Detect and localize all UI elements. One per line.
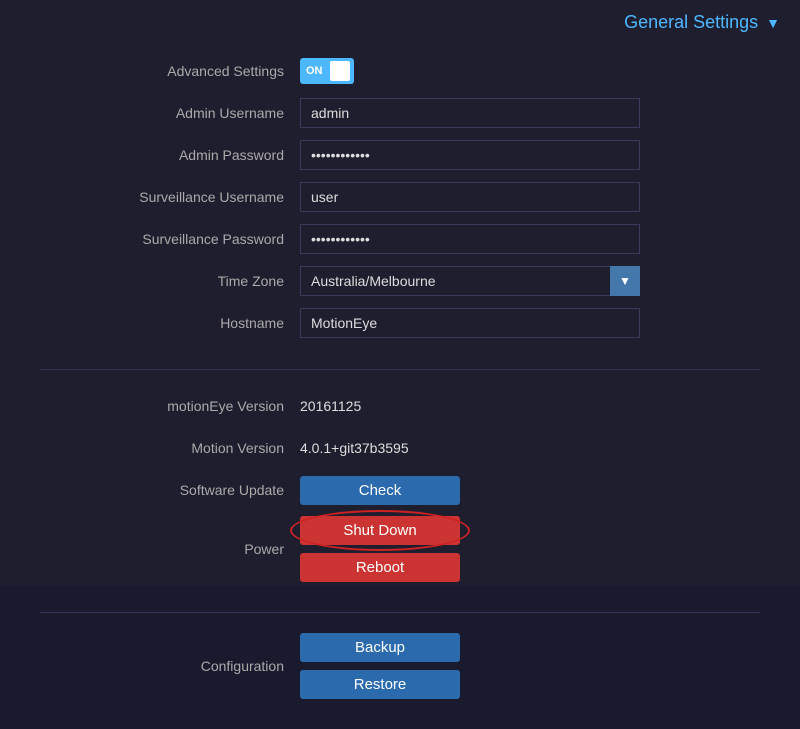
shutdown-button[interactable]: Shut Down [300, 516, 460, 545]
motioneye-version-label: motionEye Version [40, 398, 300, 414]
admin-username-label: Admin Username [40, 105, 300, 121]
surveillance-username-row: Surveillance Username [40, 181, 760, 213]
surveillance-username-input[interactable] [300, 182, 640, 212]
surveillance-password-input[interactable] [300, 224, 640, 254]
motion-version-value: 4.0.1+git37b3595 [300, 440, 409, 456]
check-button[interactable]: Check [300, 476, 460, 505]
hostname-input[interactable] [300, 308, 640, 338]
software-update-label: Software Update [40, 482, 300, 498]
general-settings-title: General Settings [624, 12, 758, 33]
admin-password-row: Admin Password [40, 139, 760, 171]
page-title: General Settings ▼ [624, 12, 780, 33]
config-section: Configuration Backup Restore [40, 633, 760, 699]
advanced-settings-label: Advanced Settings [40, 63, 300, 79]
advanced-settings-row: Advanced Settings ON [40, 55, 760, 87]
motion-version-row: Motion Version 4.0.1+git37b3595 [40, 432, 760, 464]
backup-button[interactable]: Backup [300, 633, 460, 662]
power-label: Power [40, 541, 300, 557]
motioneye-version-row: motionEye Version 20161125 [40, 390, 760, 422]
toggle-knob [330, 61, 350, 81]
toggle-on-label: ON [306, 65, 323, 77]
power-row: Power Shut Down Reboot [40, 516, 760, 582]
admin-password-input[interactable] [300, 140, 640, 170]
hostname-row: Hostname [40, 307, 760, 339]
timezone-select[interactable]: Australia/Melbourne UTC America/New_York… [300, 266, 640, 296]
info-section: motionEye Version 20161125 Motion Versio… [40, 390, 760, 613]
power-buttons: Shut Down Reboot [300, 516, 460, 582]
admin-username-input[interactable] [300, 98, 640, 128]
surveillance-password-label: Surveillance Password [40, 231, 300, 247]
hostname-label: Hostname [40, 315, 300, 331]
shutdown-button-wrapper: Shut Down [300, 516, 460, 545]
timezone-select-wrapper: Australia/Melbourne UTC America/New_York… [300, 266, 640, 296]
advanced-settings-toggle[interactable]: ON [300, 58, 354, 84]
surveillance-password-row: Surveillance Password [40, 223, 760, 255]
configuration-row: Configuration Backup Restore [40, 633, 760, 699]
admin-password-label: Admin Password [40, 147, 300, 163]
reboot-button[interactable]: Reboot [300, 553, 460, 582]
timezone-row: Time Zone Australia/Melbourne UTC Americ… [40, 265, 760, 297]
timezone-label: Time Zone [40, 273, 300, 289]
form-section: Advanced Settings ON Admin Username Admi… [40, 55, 760, 370]
chevron-down-icon[interactable]: ▼ [766, 15, 780, 31]
motion-version-label: Motion Version [40, 440, 300, 456]
settings-content: Advanced Settings ON Admin Username Admi… [0, 45, 800, 729]
header: General Settings ▼ [0, 0, 800, 45]
admin-username-row: Admin Username [40, 97, 760, 129]
software-update-row: Software Update Check [40, 474, 760, 506]
main-container: General Settings ▼ Advanced Settings ON … [0, 0, 800, 585]
motioneye-version-value: 20161125 [300, 398, 361, 414]
restore-button[interactable]: Restore [300, 670, 460, 699]
configuration-label: Configuration [40, 658, 300, 674]
surveillance-username-label: Surveillance Username [40, 189, 300, 205]
config-buttons: Backup Restore [300, 633, 460, 699]
